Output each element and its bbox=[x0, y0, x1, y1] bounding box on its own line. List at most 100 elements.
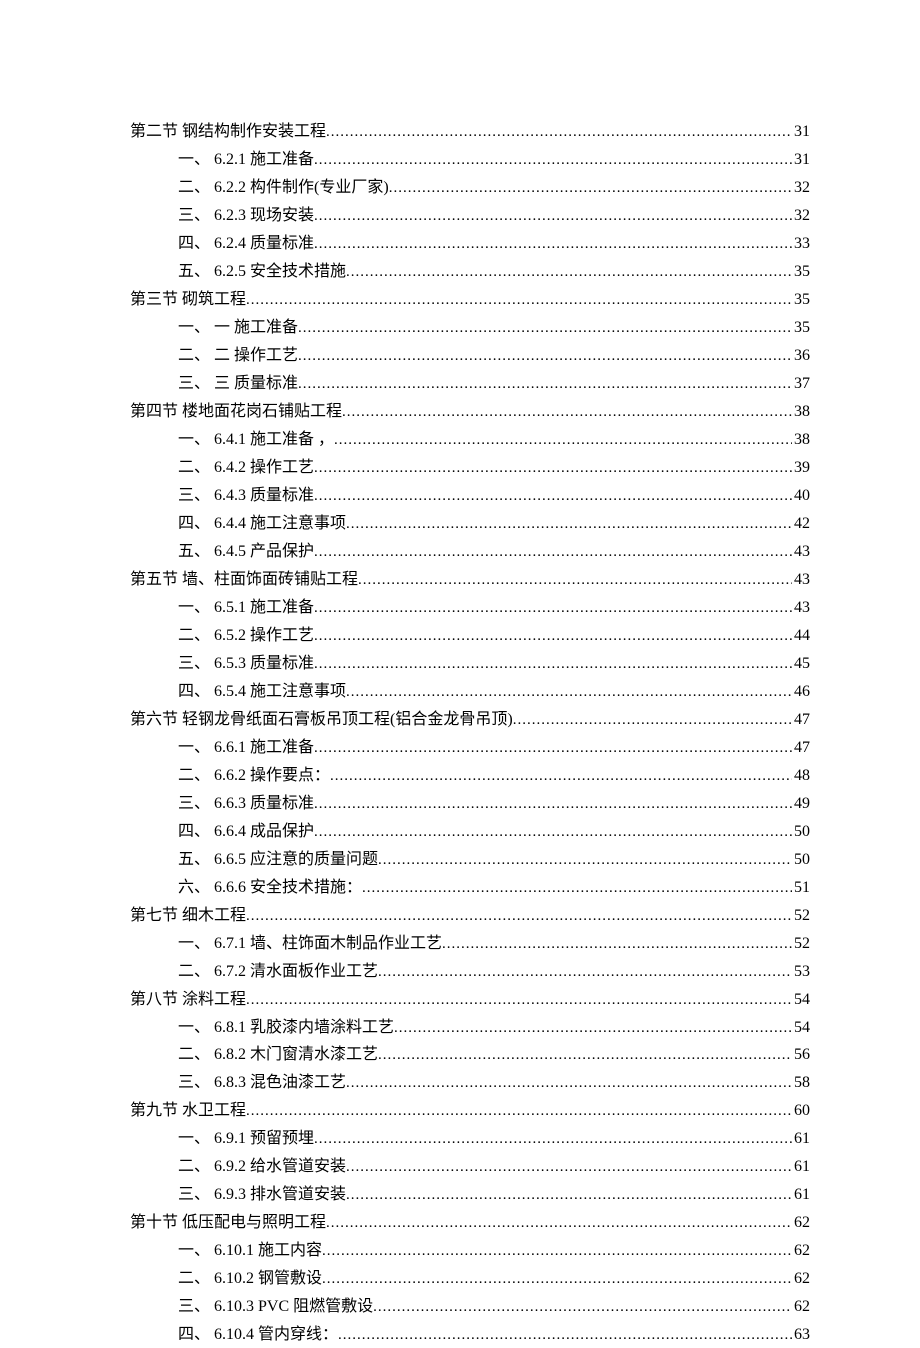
toc-entry: 一、 6.7.1 墙、柱饰面木制品作业工艺52 bbox=[130, 932, 810, 957]
toc-leader-dots bbox=[246, 905, 792, 928]
toc-page-number: 46 bbox=[792, 680, 810, 705]
toc-entry-title: 第四节 楼地面花岗石铺贴工程 bbox=[130, 400, 342, 425]
toc-entry: 二、 6.10.2 钢管敷设62 bbox=[130, 1267, 810, 1292]
toc-entry-text: 6.5.3 质量标准 bbox=[210, 655, 314, 672]
toc-page-number: 51 bbox=[792, 876, 810, 901]
toc-entry-text: 楼地面花岗石铺贴工程 bbox=[178, 403, 342, 420]
table-of-contents: 第二节 钢结构制作安装工程31一、 6.2.1 施工准备31二、 6.2.2 构… bbox=[130, 120, 810, 1348]
toc-page-number: 54 bbox=[792, 1016, 810, 1041]
toc-entry: 四、 6.6.4 成品保护50 bbox=[130, 820, 810, 845]
toc-entry: 四、 6.4.4 施工注意事项42 bbox=[130, 512, 810, 537]
toc-leader-dots bbox=[326, 1212, 792, 1235]
toc-leader-dots bbox=[346, 1156, 792, 1179]
toc-entry-title: 第十节 低压配电与照明工程 bbox=[130, 1211, 326, 1236]
toc-entry-text: 6.2.3 现场安装 bbox=[210, 207, 314, 224]
toc-entry-title: 二、 6.6.2 操作要点： bbox=[178, 764, 330, 789]
toc-leader-dots bbox=[298, 317, 792, 340]
toc-entry-prefix: 第十节 bbox=[130, 1214, 178, 1231]
toc-leader-dots bbox=[342, 401, 792, 424]
toc-leader-dots bbox=[346, 681, 792, 704]
toc-entry-text: 6.10.1 施工内容 bbox=[210, 1242, 322, 1259]
toc-entry: 五、 6.2.5 安全技术措施35 bbox=[130, 260, 810, 285]
toc-entry: 第七节 细木工程52 bbox=[130, 904, 810, 929]
toc-entry-prefix: 三、 bbox=[178, 1074, 210, 1091]
toc-page-number: 37 bbox=[792, 372, 810, 397]
toc-entry-title: 五、 6.4.5 产品保护 bbox=[178, 540, 314, 565]
toc-leader-dots bbox=[314, 205, 792, 228]
toc-entry-prefix: 第三节 bbox=[130, 291, 178, 308]
toc-page-number: 43 bbox=[792, 568, 810, 593]
toc-leader-dots bbox=[326, 121, 792, 144]
toc-leader-dots bbox=[346, 1072, 792, 1095]
toc-entry-text: 钢结构制作安装工程 bbox=[178, 123, 326, 140]
toc-leader-dots bbox=[314, 793, 792, 816]
toc-entry-text: 6.5.4 施工注意事项 bbox=[210, 683, 346, 700]
toc-page-number: 61 bbox=[792, 1183, 810, 1208]
toc-entry-title: 一、 6.10.1 施工内容 bbox=[178, 1239, 322, 1264]
toc-entry-prefix: 一、 bbox=[178, 1242, 210, 1259]
toc-page-number: 61 bbox=[792, 1127, 810, 1152]
toc-page-number: 48 bbox=[792, 764, 810, 789]
toc-entry: 一、 6.8.1 乳胶漆内墙涂料工艺 54 bbox=[130, 1016, 810, 1041]
toc-entry-prefix: 第六节 bbox=[130, 711, 178, 728]
toc-entry: 一、 一 施工准备35 bbox=[130, 316, 810, 341]
toc-entry-title: 四、 6.4.4 施工注意事项 bbox=[178, 512, 346, 537]
toc-entry-prefix: 一、 bbox=[178, 151, 210, 168]
toc-entry-prefix: 第七节 bbox=[130, 907, 178, 924]
toc-entry-prefix: 一、 bbox=[178, 1019, 210, 1036]
toc-entry-title: 二、 6.9.2 给水管道安装 bbox=[178, 1155, 346, 1180]
toc-entry-text: 涂料工程 bbox=[178, 991, 246, 1008]
toc-entry-text: 6.6.4 成品保护 bbox=[210, 823, 314, 840]
toc-entry-text: 6.8.3 混色油漆工艺 bbox=[210, 1074, 346, 1091]
toc-entry-prefix: 一、 bbox=[178, 739, 210, 756]
toc-leader-dots bbox=[389, 177, 792, 200]
toc-leader-dots bbox=[338, 1324, 792, 1347]
toc-page-number: 61 bbox=[792, 1155, 810, 1180]
toc-entry-title: 第二节 钢结构制作安装工程 bbox=[130, 120, 326, 145]
toc-leader-dots bbox=[314, 821, 792, 844]
toc-entry-prefix: 二、 bbox=[178, 963, 210, 980]
toc-entry-text: 6.8.2 木门窗清水漆工艺 bbox=[210, 1046, 378, 1063]
toc-entry-prefix: 四、 bbox=[178, 235, 210, 252]
toc-page-number: 40 bbox=[792, 484, 810, 509]
toc-page-number: 53 bbox=[792, 960, 810, 985]
toc-leader-dots bbox=[346, 513, 792, 536]
toc-entry-text: 轻钢龙骨纸面石膏板吊顶工程(铝合金龙骨吊顶) bbox=[178, 711, 513, 728]
toc-entry: 四、 6.2.4 质量标准33 bbox=[130, 232, 810, 257]
toc-entry-prefix: 二、 bbox=[178, 1046, 210, 1063]
toc-page-number: 56 bbox=[792, 1043, 810, 1068]
toc-entry-text: 6.6.6 安全技术措施： bbox=[210, 879, 362, 896]
toc-entry-title: 四、 6.2.4 质量标准 bbox=[178, 232, 314, 257]
toc-entry-prefix: 二、 bbox=[178, 767, 210, 784]
toc-entry-text: 6.6.5 应注意的质量问题 bbox=[210, 851, 378, 868]
toc-entry-prefix: 一、 bbox=[178, 319, 210, 336]
toc-entry-title: 一、 6.6.1 施工准备 bbox=[178, 736, 314, 761]
toc-entry-prefix: 三、 bbox=[178, 207, 210, 224]
toc-entry-title: 二、 6.8.2 木门窗清水漆工艺 bbox=[178, 1043, 378, 1068]
toc-entry-title: 第六节 轻钢龙骨纸面石膏板吊顶工程(铝合金龙骨吊顶) bbox=[130, 708, 513, 733]
toc-entry-title: 第九节 水卫工程 bbox=[130, 1099, 246, 1124]
toc-page-number: 36 bbox=[792, 344, 810, 369]
toc-leader-dots bbox=[298, 373, 792, 396]
toc-page-number: 60 bbox=[792, 1099, 810, 1124]
toc-page-number: 50 bbox=[792, 820, 810, 845]
toc-entry: 六、 6.6.6 安全技术措施：51 bbox=[130, 876, 810, 901]
toc-entry-title: 三、 三 质量标准 bbox=[178, 372, 298, 397]
toc-entry-title: 三、 6.4.3 质量标准 bbox=[178, 484, 314, 509]
toc-entry-title: 五、 6.2.5 安全技术措施 bbox=[178, 260, 346, 285]
toc-entry-text: 水卫工程 bbox=[178, 1102, 246, 1119]
toc-entry: 第八节 涂料工程54 bbox=[130, 988, 810, 1013]
toc-leader-dots bbox=[314, 149, 792, 172]
toc-entry-text: 6.7.2 清水面板作业工艺 bbox=[210, 963, 378, 980]
toc-entry-text: 6.8.1 乳胶漆内墙涂料工艺 bbox=[210, 1019, 394, 1036]
toc-page-number: 62 bbox=[792, 1295, 810, 1320]
toc-entry-title: 一、 6.4.1 施工准备 ， bbox=[178, 428, 334, 453]
toc-entry-prefix: 五、 bbox=[178, 543, 210, 560]
toc-entry-prefix: 一、 bbox=[178, 1130, 210, 1147]
toc-page-number: 62 bbox=[792, 1211, 810, 1236]
toc-leader-dots bbox=[314, 1128, 792, 1151]
toc-entry: 二、 6.8.2 木门窗清水漆工艺 56 bbox=[130, 1043, 810, 1068]
toc-entry-title: 三、 6.10.3 PVC 阻燃管敷设 bbox=[178, 1295, 373, 1320]
toc-entry-prefix: 五、 bbox=[178, 851, 210, 868]
toc-entry-prefix: 四、 bbox=[178, 1326, 210, 1343]
